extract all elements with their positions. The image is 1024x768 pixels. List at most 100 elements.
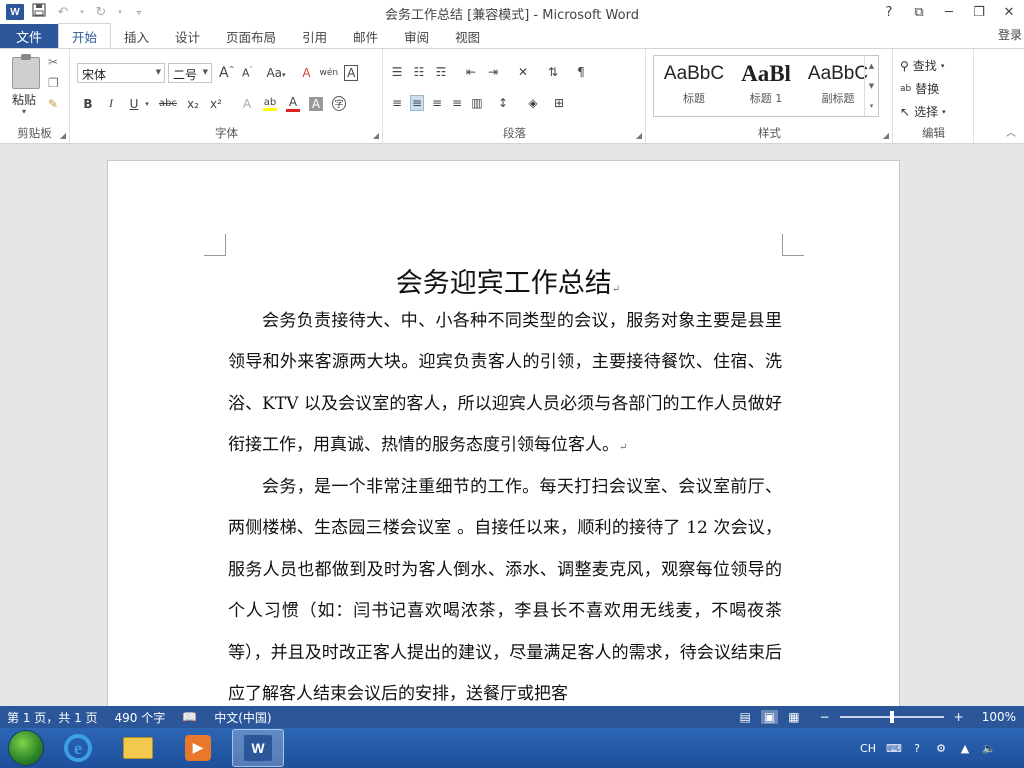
font-size-select[interactable]: 二号 ▼ [168, 63, 212, 83]
word-count-status[interactable]: 490 个字 [115, 709, 166, 726]
align-right-icon[interactable]: ≡ [430, 96, 444, 110]
web-layout-icon[interactable]: ▦ [788, 710, 799, 724]
text-effects-icon[interactable]: A [240, 97, 254, 111]
taskbar-media-player[interactable]: ▶ [172, 729, 224, 767]
document-title[interactable]: 会务迎宾工作总结↵ [228, 261, 788, 300]
collapse-ribbon-icon[interactable]: ︿ [1006, 124, 1016, 139]
zoom-out-button[interactable]: − [820, 710, 830, 724]
word-logo-icon[interactable]: W [6, 4, 24, 20]
bullets-icon[interactable]: ☰ [390, 65, 404, 79]
proofing-icon[interactable]: 📖 [182, 710, 197, 724]
scroll-down-icon[interactable]: ▼ [869, 82, 874, 90]
multilevel-list-icon[interactable]: ☶ [434, 65, 448, 79]
tab-home[interactable]: 开始 [58, 23, 112, 48]
borders-icon[interactable]: ⊞ [552, 96, 566, 110]
ribbon-display-icon[interactable]: ⧉ [904, 5, 934, 20]
italic-button[interactable]: I [104, 96, 118, 111]
show-marks-icon[interactable]: ¶ [574, 65, 588, 79]
paragraph-launcher-icon[interactable]: ◢ [636, 131, 642, 140]
copy-icon[interactable]: ❐ [48, 76, 59, 90]
document-page[interactable]: 会务迎宾工作总结↵ 会务负责接待大、中、小各种不同类型的会议，服务对象主要是县里… [107, 160, 900, 706]
highlight-color-icon[interactable]: ab [262, 97, 277, 111]
justify-icon[interactable]: ≡ [450, 96, 464, 110]
undo-icon[interactable]: ↶ [54, 5, 72, 20]
tab-references[interactable]: 引用 [289, 24, 340, 48]
font-name-select[interactable]: 宋体 ▼ [77, 63, 165, 83]
styles-launcher-icon[interactable]: ◢ [883, 131, 889, 140]
chinese-layout-icon[interactable]: ✕ [516, 65, 530, 79]
align-center-icon[interactable]: ≡ [410, 95, 424, 111]
login-link[interactable]: 登录 [998, 26, 1022, 43]
increase-indent-icon[interactable]: ⇥ [486, 65, 500, 79]
document-area[interactable]: 会务迎宾工作总结↵ 会务负责接待大、中、小各种不同类型的会议，服务对象主要是县里… [0, 144, 1024, 706]
sort-icon[interactable]: ⇅ [546, 65, 560, 79]
print-layout-icon[interactable]: ▣ [760, 710, 779, 724]
redo-dropdown-icon[interactable]: ▾ [116, 8, 124, 16]
subscript-button[interactable]: x₂ [186, 97, 200, 111]
help-icon[interactable]: ? [874, 5, 904, 20]
tab-design[interactable]: 设计 [162, 24, 213, 48]
replace-button[interactable]: ab 替换 [900, 80, 939, 97]
settings-tray-icon[interactable]: ⚙ [934, 742, 948, 755]
taskbar-ie[interactable]: e [52, 729, 104, 767]
start-button[interactable] [8, 730, 44, 766]
customize-qat-icon[interactable]: ▿ [130, 8, 148, 17]
superscript-button[interactable]: x² [209, 97, 223, 111]
change-case-icon[interactable]: Aa▾ [266, 66, 285, 80]
document-paragraph-1[interactable]: 会务负责接待大、中、小各种不同类型的会议，服务对象主要是县里领导和外来客源两大块… [228, 301, 782, 469]
tab-file[interactable]: 文件 [0, 24, 58, 48]
more-styles-icon[interactable]: ▾ [870, 102, 874, 110]
style-heading-1[interactable]: AaBl 标题 1 [730, 60, 802, 112]
tab-mailings[interactable]: 邮件 [340, 24, 391, 48]
tab-view[interactable]: 视图 [442, 24, 493, 48]
taskbar-word[interactable]: W [232, 729, 284, 767]
enclose-characters-icon[interactable]: 字 [331, 96, 346, 111]
close-icon[interactable]: ✕ [994, 5, 1024, 20]
tab-review[interactable]: 审阅 [391, 24, 442, 48]
font-launcher-icon[interactable]: ◢ [373, 131, 379, 140]
restore-icon[interactable]: ❐ [964, 5, 994, 20]
align-left-icon[interactable]: ≡ [390, 96, 404, 110]
font-color-icon[interactable]: A [285, 95, 300, 112]
paste-icon[interactable] [12, 54, 40, 89]
strikethrough-button[interactable]: abc [159, 98, 177, 109]
line-spacing-icon[interactable]: ↕ [496, 96, 510, 110]
tab-insert[interactable]: 插入 [111, 24, 162, 48]
shading-icon[interactable]: ◈ [526, 96, 540, 110]
distributed-icon[interactable]: ▥ [470, 96, 484, 110]
zoom-level[interactable]: 100% [982, 710, 1016, 724]
find-button[interactable]: ⚲ 查找 ▾ [900, 57, 944, 74]
language-status[interactable]: 中文(中国) [214, 709, 271, 726]
minimize-icon[interactable]: ─ [934, 5, 964, 20]
phonetic-guide-icon[interactable]: wén [320, 68, 339, 78]
shrink-font-icon[interactable]: Aˇ [240, 66, 254, 80]
taskbar-explorer[interactable] [112, 729, 164, 767]
style-title[interactable]: AaBbC 标题 [658, 60, 730, 112]
help-tray-icon[interactable]: ? [910, 742, 924, 755]
character-shading-icon[interactable]: A [308, 96, 323, 111]
zoom-in-button[interactable]: + [954, 710, 964, 724]
zoom-slider-thumb[interactable] [889, 711, 894, 723]
page-count-status[interactable]: 第 1 页，共 1 页 [7, 709, 98, 726]
tab-page-layout[interactable]: 页面布局 [213, 24, 289, 48]
decrease-indent-icon[interactable]: ⇤ [464, 65, 478, 79]
clipboard-launcher-icon[interactable]: ◢ [60, 131, 66, 140]
save-icon[interactable] [30, 3, 48, 21]
show-hidden-icons-icon[interactable]: ▲ [958, 742, 972, 755]
underline-dropdown-icon[interactable]: ▾ [144, 100, 150, 108]
input-language[interactable]: CH [860, 742, 876, 755]
paste-dropdown-icon[interactable]: ▾ [22, 107, 26, 116]
read-mode-icon[interactable]: ▤ [740, 710, 751, 724]
undo-dropdown-icon[interactable]: ▾ [78, 8, 86, 16]
bold-button[interactable]: B [81, 97, 95, 111]
keyboard-icon[interactable]: ⌨ [886, 742, 902, 755]
select-button[interactable]: ↖ 选择 ▾ [900, 103, 946, 120]
paste-button[interactable]: 粘贴 [12, 91, 36, 108]
document-paragraph-2[interactable]: 会务，是一个非常注重细节的工作。每天打扫会议室、会议室前厅、两侧楼梯、生态园三楼… [228, 467, 782, 706]
scroll-up-icon[interactable]: ▲ [869, 62, 874, 70]
zoom-slider[interactable] [839, 711, 944, 723]
format-painter-icon[interactable]: ✎ [48, 97, 59, 111]
clear-formatting-icon[interactable]: A [300, 66, 314, 80]
grow-font-icon[interactable]: A^ [219, 65, 234, 81]
numbering-icon[interactable]: ☷ [412, 65, 426, 79]
